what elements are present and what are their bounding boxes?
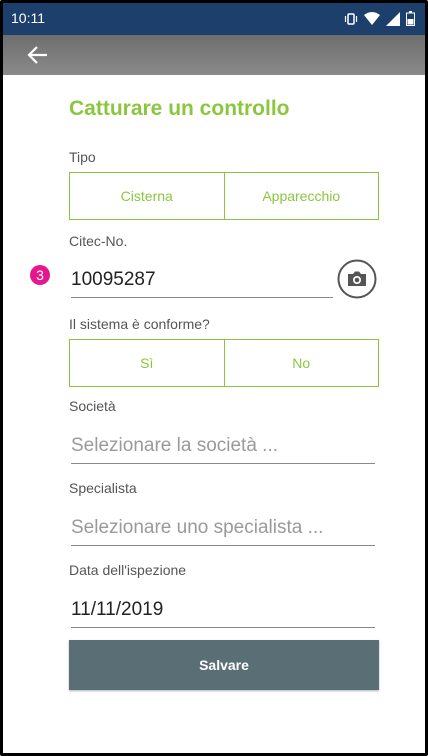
conforme-label: Il sistema è conforme? xyxy=(69,316,210,332)
tipo-option-apparecchio[interactable]: Apparecchio xyxy=(223,173,379,219)
tipo-selector: Cisterna Apparecchio xyxy=(69,172,379,220)
conforme-selector: Sì No xyxy=(69,339,379,387)
arrow-left-icon[interactable] xyxy=(25,43,51,67)
status-bar: 10:11 xyxy=(3,3,425,35)
signal-icon xyxy=(386,11,400,26)
wifi-icon xyxy=(364,11,380,25)
status-time: 10:11 xyxy=(11,10,45,26)
societa-label: Società xyxy=(69,398,116,414)
battery-icon xyxy=(406,11,415,26)
app-bar xyxy=(3,35,425,75)
tipo-label: Tipo xyxy=(69,149,96,165)
vibrate-icon xyxy=(344,12,358,25)
data-ispezione-input[interactable]: 11/11/2019 xyxy=(71,599,375,628)
specialista-label: Specialista xyxy=(69,480,137,496)
specialista-select[interactable]: Selezionare uno specialista ... xyxy=(71,517,375,546)
conforme-option-si[interactable]: Sì xyxy=(70,340,224,386)
app-screen: 10:11 Catturare un controllo Tipo Cister… xyxy=(0,0,428,756)
data-ispezione-label: Data dell'ispezione xyxy=(69,562,187,578)
save-button[interactable]: Salvare xyxy=(69,640,379,690)
camera-icon[interactable] xyxy=(337,259,377,299)
status-icons xyxy=(344,11,415,26)
page-title: Catturare un controllo xyxy=(69,97,290,120)
step-badge: 3 xyxy=(30,265,50,285)
citec-label: Citec-No. xyxy=(69,233,128,249)
societa-select[interactable]: Selezionare la società ... xyxy=(71,435,375,464)
citec-number-input[interactable]: 10095287 xyxy=(71,269,333,298)
tipo-option-cisterna[interactable]: Cisterna xyxy=(70,173,224,219)
conforme-option-no[interactable]: No xyxy=(223,340,379,386)
